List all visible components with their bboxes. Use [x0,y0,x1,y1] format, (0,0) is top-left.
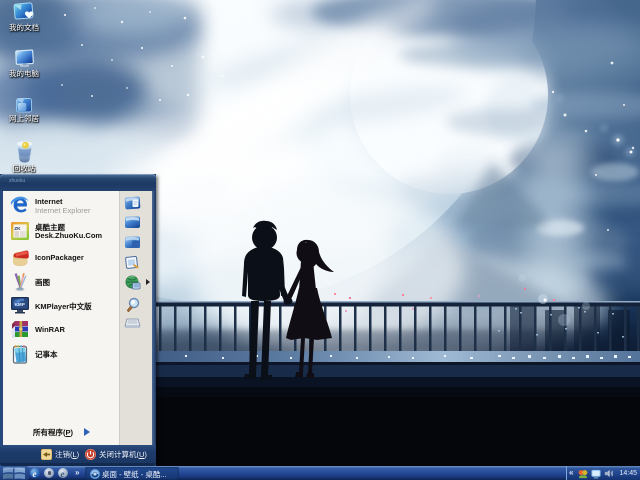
svg-text:ZK: ZK [14,226,21,232]
svg-text:KMP: KMP [15,302,25,307]
